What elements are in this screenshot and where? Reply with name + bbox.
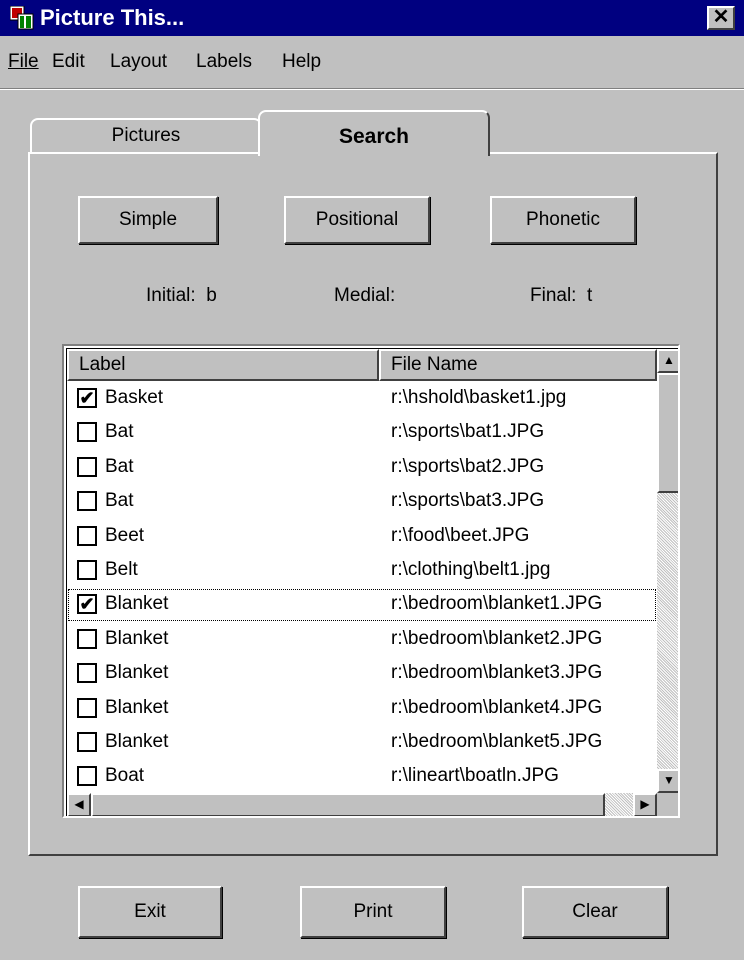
arrow-up-icon: ▲ (663, 353, 675, 367)
tab-pictures[interactable]: Pictures (30, 118, 262, 154)
table-row[interactable]: Belt r:\clothing\belt1.jpg (67, 554, 657, 588)
scrollbar-corner (657, 793, 678, 816)
table-row[interactable]: ✔ Basket r:\hshold\basket1.jpg (67, 382, 657, 416)
row-checkbox[interactable] (77, 560, 97, 580)
final-value: t (587, 285, 593, 306)
clear-button[interactable]: Clear (522, 886, 668, 938)
results-list[interactable]: Label File Name ✔ Basket r:\hshold\basket1… (62, 344, 680, 818)
menu-labels[interactable]: Labels (196, 50, 252, 74)
medial-sound: Medial: (334, 284, 401, 308)
arrow-right-icon: ▶ (640, 797, 650, 811)
scroll-left-button[interactable]: ◀ (67, 793, 91, 816)
table-row[interactable]: Bat r:\sports\bat1.JPG (67, 416, 657, 450)
checkmark-icon: ✔ (79, 388, 95, 408)
row-checkbox[interactable] (77, 491, 97, 512)
row-label: Blanket (105, 662, 169, 684)
app-icon (10, 6, 34, 30)
row-label: Bat (105, 421, 134, 443)
row-checkbox[interactable] (77, 422, 97, 443)
row-checkbox[interactable] (77, 456, 97, 477)
row-file-name: r:\bedroom\blanket4.JPG (391, 696, 603, 718)
phonetic-button[interactable]: Phonetic (490, 196, 636, 244)
row-checkbox[interactable]: ✔ (77, 388, 97, 408)
window-title: Picture This... (40, 5, 185, 30)
row-label: Blanket (105, 731, 169, 752)
table-row[interactable]: Blanket r:\bedroom\blanket2.JPG (67, 623, 657, 657)
tab-search[interactable]: Search (258, 110, 490, 156)
arrow-down-icon: ▼ (663, 773, 675, 787)
row-checkbox[interactable]: ✔ (77, 594, 97, 615)
row-file-name: r:\food\beet.JPG (391, 524, 530, 546)
row-file-name: r:\sports\bat3.JPG (391, 490, 545, 512)
row-file-name: r:\bedroom\blanket3.JPG (391, 662, 603, 684)
row-label: Blanket (105, 627, 169, 649)
simple-button[interactable]: Simple (78, 196, 218, 244)
menu-file[interactable]: File (8, 50, 39, 74)
row-label: Boat (105, 765, 145, 787)
initial-value: b (206, 285, 217, 306)
medial-label: Medial: (334, 285, 396, 306)
scroll-right-button[interactable]: ▶ (633, 793, 657, 816)
row-checkbox[interactable] (77, 663, 97, 684)
menu-edit[interactable]: Edit (52, 50, 85, 74)
row-file-name: r:\sports\bat2.JPG (391, 455, 545, 477)
column-header-label[interactable]: Label (67, 349, 379, 381)
close-icon: ✕ (712, 6, 730, 28)
checkmark-icon: ✔ (79, 594, 95, 615)
row-label: Basket (105, 387, 164, 408)
menu-help[interactable]: Help (282, 50, 321, 74)
positional-button[interactable]: Positional (284, 196, 430, 244)
row-label: Bat (105, 455, 134, 477)
final-label: Final: (530, 285, 577, 306)
row-label: Beet (105, 524, 145, 546)
print-button[interactable]: Print (300, 886, 446, 938)
table-row[interactable]: Bat r:\sports\bat2.JPG (67, 451, 657, 485)
menu-separator (0, 88, 744, 90)
table-row[interactable]: Bat r:\sports\bat3.JPG (67, 485, 657, 519)
initial-sound: Initial: b (146, 284, 217, 308)
row-file-name: r:\bedroom\blanket5.JPG (391, 731, 603, 752)
scroll-down-button[interactable]: ▼ (657, 769, 678, 793)
menu-bar: File Edit Layout Labels Help (0, 38, 744, 84)
row-file-name: r:\clothing\belt1.jpg (391, 559, 551, 580)
scroll-up-button[interactable]: ▲ (657, 349, 678, 373)
row-file-name: r:\hshold\basket1.jpg (391, 387, 567, 408)
row-label: Blanket (105, 696, 169, 718)
list-body: Label File Name ✔ Basket r:\hshold\basket1… (66, 348, 678, 816)
vertical-scrollbar[interactable]: ▲ ▼ (657, 349, 678, 793)
row-label: Bat (105, 490, 134, 512)
table-row[interactable]: Boat r:\lineart\boatln.JPG (67, 760, 657, 794)
final-sound: Final: t (530, 284, 592, 308)
table-row[interactable]: Blanket r:\bedroom\blanket5.JPG (67, 726, 657, 760)
initial-label: Initial: (146, 285, 196, 306)
row-checkbox[interactable] (77, 766, 97, 787)
horizontal-scrollbar[interactable]: ◀ ▶ (67, 793, 657, 816)
table-row[interactable]: Blanket r:\bedroom\blanket4.JPG (67, 692, 657, 726)
table-row[interactable]: ✔ Blanket r:\bedroom\blanket1.JPG (67, 588, 657, 622)
row-file-name: r:\lineart\boatln.JPG (391, 765, 559, 787)
row-checkbox[interactable] (77, 697, 97, 718)
row-checkbox[interactable] (77, 525, 97, 546)
row-file-name: r:\bedroom\blanket1.JPG (391, 593, 603, 615)
exit-button[interactable]: Exit (78, 886, 222, 938)
vertical-scroll-thumb[interactable] (657, 373, 678, 493)
close-button[interactable]: ✕ (707, 6, 735, 30)
column-header-file[interactable]: File Name (379, 349, 657, 381)
table-row[interactable]: Beet r:\food\beet.JPG (67, 520, 657, 554)
table-row[interactable]: Blanket r:\bedroom\blanket3.JPG (67, 657, 657, 691)
horizontal-scroll-thumb[interactable] (91, 793, 605, 816)
row-file-name: r:\bedroom\blanket2.JPG (391, 627, 603, 649)
menu-layout[interactable]: Layout (110, 50, 167, 74)
row-file-name: r:\sports\bat1.JPG (391, 421, 545, 443)
row-checkbox[interactable] (77, 732, 97, 752)
row-checkbox[interactable] (77, 628, 97, 649)
row-label: Belt (105, 559, 138, 580)
arrow-left-icon: ◀ (74, 797, 84, 811)
row-label: Blanket (105, 593, 169, 615)
